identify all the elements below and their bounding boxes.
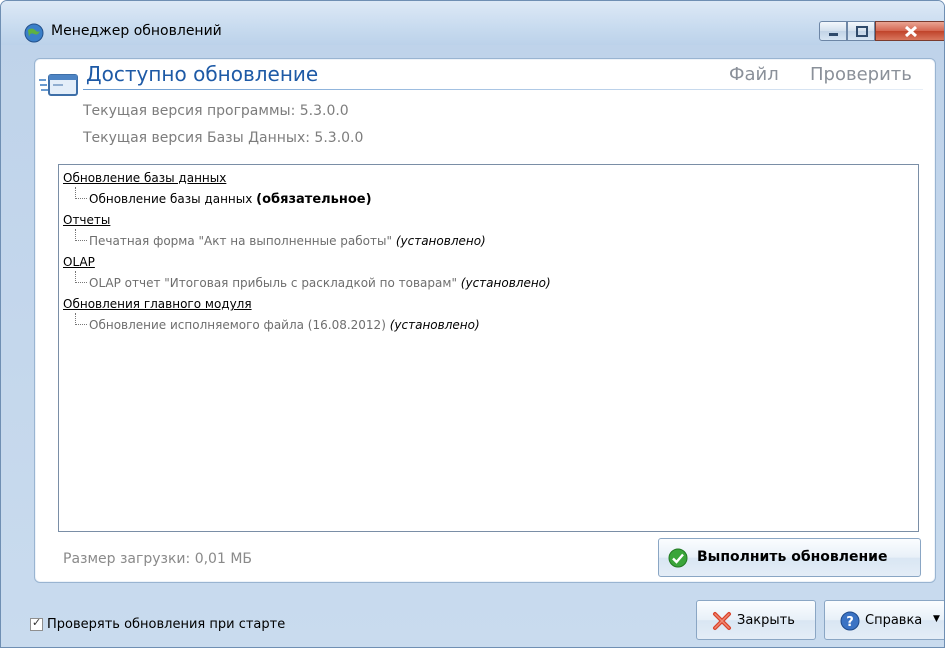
help-button[interactable]: ? Справка ▼ <box>824 600 944 640</box>
tree-item[interactable]: Обновление исполняемого файла (16.08.201… <box>89 318 480 332</box>
tree-item[interactable]: OLAP отчет "Итоговая прибыль с раскладко… <box>89 276 551 290</box>
update-window-icon <box>39 74 78 96</box>
check-circle-icon <box>668 548 688 568</box>
title-bar[interactable]: Менеджер обновлений <box>1 1 944 45</box>
svg-text:?: ? <box>846 615 854 630</box>
tree-item[interactable]: Печатная форма "Акт на выполненные работ… <box>89 234 486 248</box>
maximize-button[interactable] <box>847 21 875 41</box>
tree-connector <box>75 187 87 199</box>
maximize-icon <box>856 26 868 37</box>
run-update-label: Выполнить обновление <box>697 549 888 565</box>
globe-icon <box>24 23 44 43</box>
tree-item[interactable]: Обновление базы данных (обязательное) <box>89 192 372 207</box>
tree-category[interactable]: Отчеты <box>63 213 110 227</box>
window-title: Менеджер обновлений <box>51 23 222 39</box>
chevron-down-icon[interactable]: ▼ <box>933 614 940 624</box>
header-divider <box>83 89 923 90</box>
red-x-icon <box>713 612 731 630</box>
close-button[interactable]: Закрыть <box>696 600 816 640</box>
minimize-button[interactable] <box>819 21 847 41</box>
tree-item-label: OLAP отчет "Итоговая прибыль с раскладко… <box>89 276 457 290</box>
updates-tree[interactable]: Обновление базы данных Обновление базы д… <box>58 164 919 532</box>
help-button-label: Справка <box>865 613 923 628</box>
menu-check[interactable]: Проверить <box>810 64 912 85</box>
checkmark-icon: ✓ <box>32 616 42 629</box>
tree-item-status: (установлено) <box>460 276 551 290</box>
tree-item-label: Печатная форма "Акт на выполненные работ… <box>89 234 392 248</box>
panel-title: Доступно обновление <box>86 62 319 86</box>
tree-category[interactable]: Обновление базы данных <box>63 171 226 185</box>
tree-item-status: (установлено) <box>389 318 480 332</box>
check-on-startup-checkbox[interactable]: ✓ <box>30 616 43 631</box>
tree-item-label: Обновление исполняемого файла (16.08.201… <box>89 318 386 332</box>
program-version: Текущая версия программы: 5.3.0.0 <box>83 103 349 119</box>
tree-category[interactable]: Обновления главного модуля <box>63 297 252 311</box>
close-window-button[interactable] <box>875 21 944 41</box>
update-manager-window: Менеджер обновлений Доступно обновление … <box>0 0 945 648</box>
help-icon: ? <box>840 611 860 631</box>
close-icon <box>904 25 918 38</box>
tree-category[interactable]: OLAP <box>63 255 95 269</box>
tree-connector <box>75 313 87 325</box>
tree-connector <box>75 271 87 283</box>
database-version: Текущая версия Базы Данных: 5.3.0.0 <box>83 130 364 146</box>
close-button-label: Закрыть <box>737 613 795 628</box>
check-on-startup-label: Проверять обновления при старте <box>47 617 286 632</box>
tree-item-status: (обязательное) <box>256 192 372 207</box>
tree-item-status: (установлено) <box>395 234 486 248</box>
minimize-icon <box>829 33 838 36</box>
update-panel: Доступно обновление Файл Проверить Текущ… <box>34 58 936 583</box>
tree-item-label: Обновление базы данных <box>89 192 253 206</box>
menu-file[interactable]: Файл <box>729 64 779 85</box>
tree-connector <box>75 229 87 241</box>
download-size: Размер загрузки: 0,01 МБ <box>63 551 252 567</box>
run-update-button[interactable]: Выполнить обновление <box>658 538 921 577</box>
